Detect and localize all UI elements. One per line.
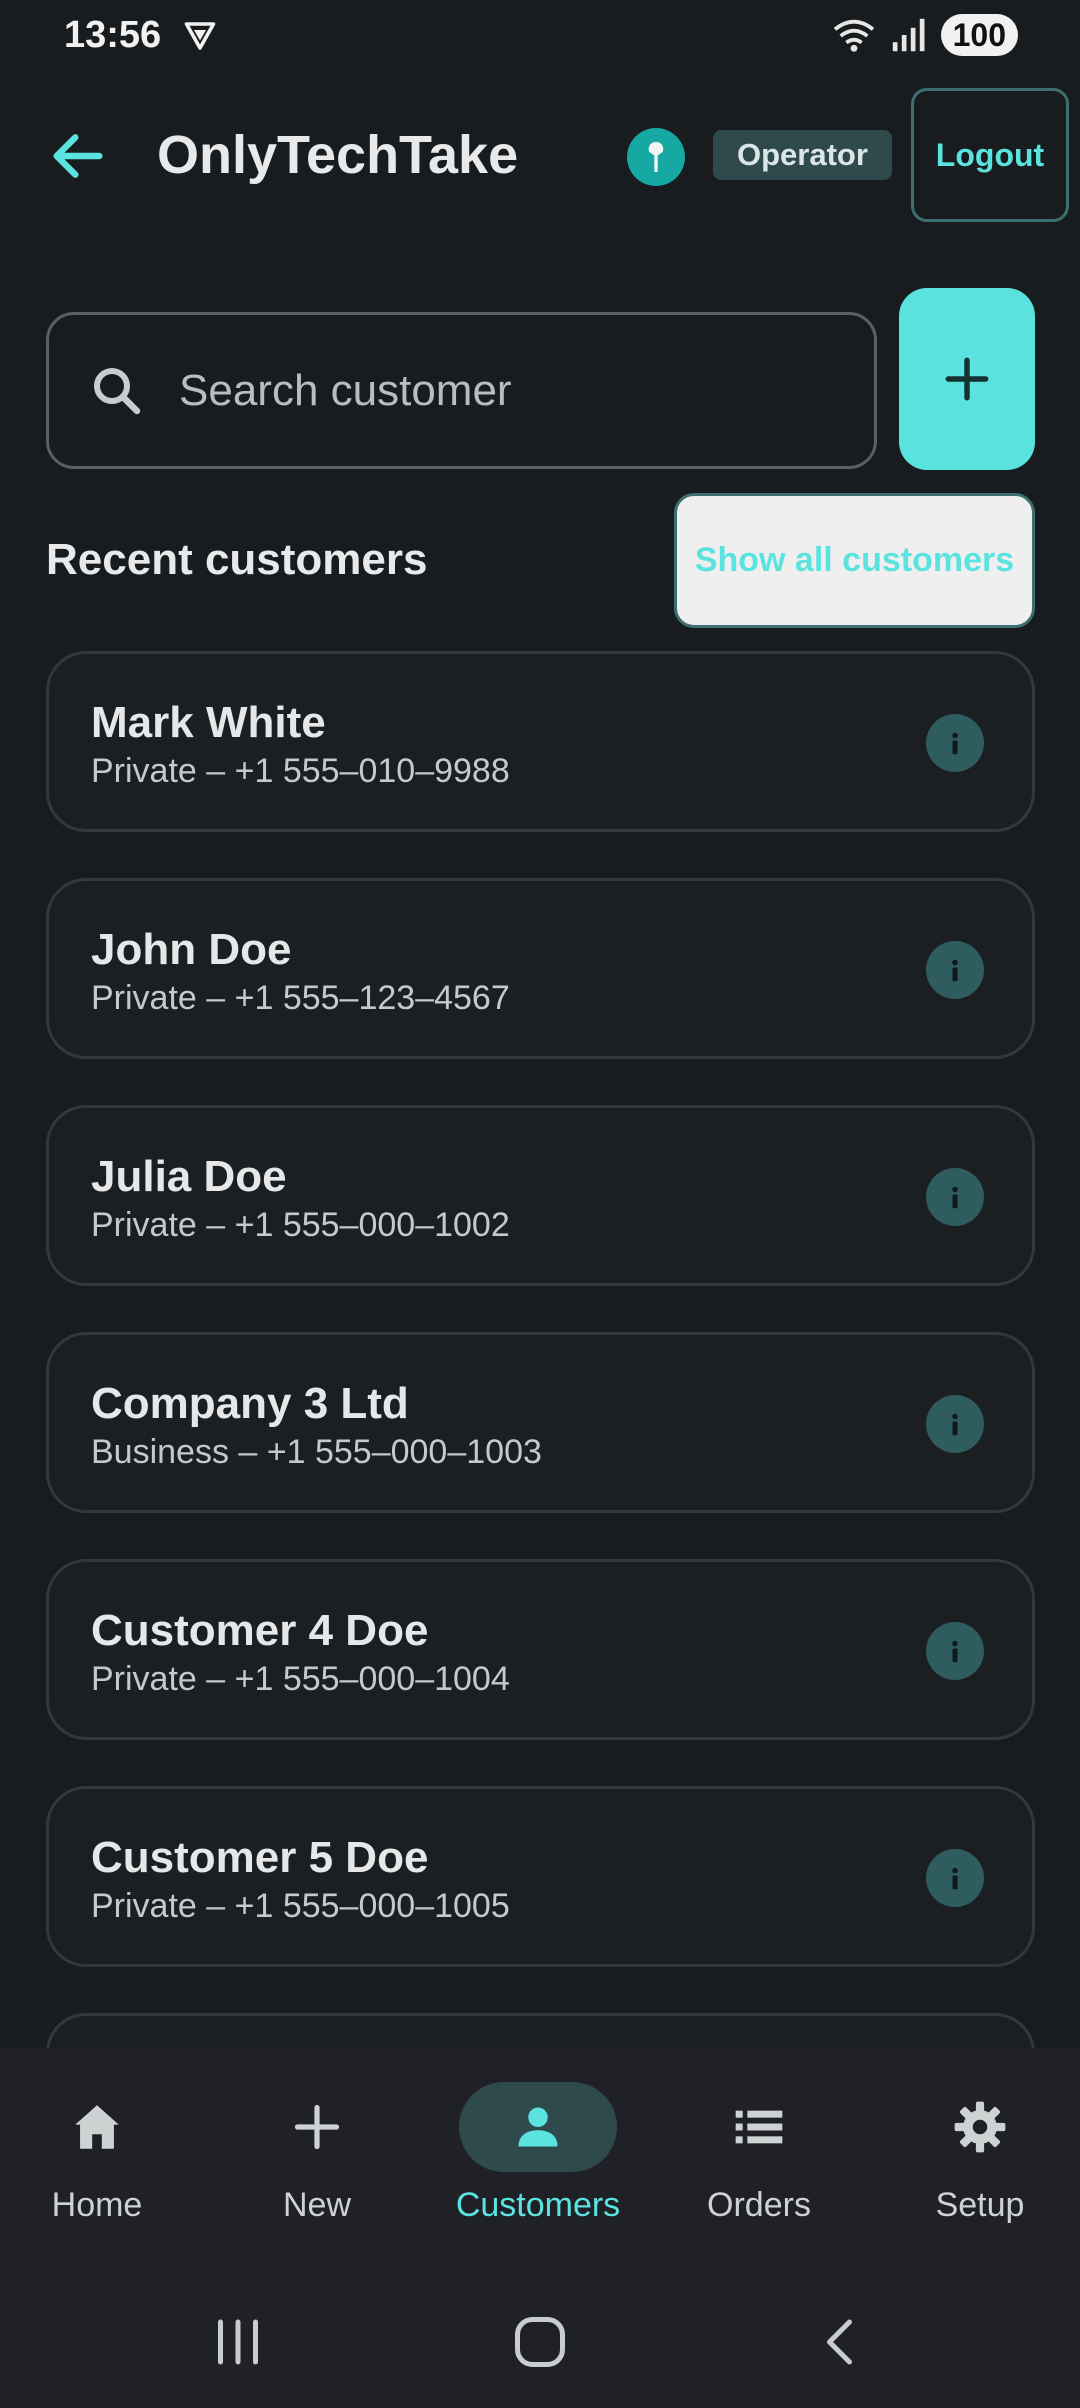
- search-field[interactable]: [46, 312, 877, 469]
- nav-item-customers[interactable]: Customers: [438, 2082, 638, 2225]
- back-arrow-icon[interactable]: [46, 124, 110, 188]
- search-icon: [94, 367, 141, 414]
- home-button-icon[interactable]: [510, 2312, 570, 2372]
- home-icon: [18, 2082, 176, 2172]
- bottom-navigation: Home New Customers Orders Setup: [0, 2048, 1080, 2268]
- avatar[interactable]: [627, 128, 685, 186]
- status-bar: 13:56 100: [0, 0, 1080, 72]
- customer-card[interactable]: John Doe Private – +1 555–123–4567: [46, 878, 1035, 1059]
- customer-name: Mark White: [91, 698, 326, 747]
- nav-label: Orders: [707, 2186, 811, 2224]
- customer-list: Mark White Private – +1 555–010–9988 Joh…: [46, 651, 1035, 2119]
- customer-detail: Business – +1 555–000–1003: [91, 1433, 542, 1471]
- nav-label: Home: [51, 2186, 143, 2224]
- nav-label: Setup: [935, 2186, 1025, 2224]
- customer-card[interactable]: Mark White Private – +1 555–010–9988: [46, 651, 1035, 832]
- customer-card[interactable]: Customer 4 Doe Private – +1 555–000–1004: [46, 1559, 1035, 1740]
- customer-detail: Private – +1 555–000–1004: [91, 1660, 510, 1698]
- nav-label: New: [282, 2186, 352, 2224]
- user-badge-icon: [648, 142, 664, 172]
- info-icon[interactable]: [926, 1849, 984, 1907]
- system-navigation-bar: [0, 2268, 1080, 2408]
- show-all-customers-button[interactable]: Show all customers: [674, 493, 1035, 628]
- customer-detail: Private – +1 555–010–9988: [91, 752, 510, 790]
- customer-card[interactable]: Julia Doe Private – +1 555–000–1002: [46, 1105, 1035, 1286]
- battery-icon: 100: [940, 14, 1018, 56]
- customer-detail: Private – +1 555–000–1005: [91, 1887, 510, 1925]
- person-icon: [459, 2082, 617, 2172]
- customer-card[interactable]: Customer 5 Doe Private – +1 555–000–1005: [46, 1786, 1035, 1967]
- info-icon[interactable]: [926, 1395, 984, 1453]
- wifi-icon: [833, 19, 874, 52]
- role-badge: Operator: [713, 130, 892, 180]
- nav-item-setup[interactable]: Setup: [880, 2082, 1080, 2225]
- info-icon[interactable]: [926, 714, 984, 772]
- gear-icon: [901, 2082, 1059, 2172]
- customer-card[interactable]: Company 3 Ltd Business – +1 555–000–1003: [46, 1332, 1035, 1513]
- nav-item-new[interactable]: New: [217, 2082, 417, 2225]
- customer-detail: Private – +1 555–000–1002: [91, 1206, 510, 1244]
- info-icon[interactable]: [926, 1622, 984, 1680]
- customer-name: John Doe: [91, 925, 292, 974]
- customer-name: Julia Doe: [91, 1152, 287, 1201]
- app-title: OnlyTechTake: [157, 125, 519, 185]
- plus-icon: [238, 2082, 396, 2172]
- logout-button[interactable]: Logout: [911, 88, 1069, 222]
- nav-item-orders[interactable]: Orders: [659, 2082, 859, 2225]
- info-icon[interactable]: [926, 941, 984, 999]
- customer-name: Customer 5 Doe: [91, 1833, 429, 1882]
- search-input[interactable]: [179, 365, 819, 416]
- nav-item-home[interactable]: Home: [0, 2082, 197, 2225]
- vpn-icon: [184, 22, 216, 50]
- back-icon[interactable]: [812, 2312, 872, 2372]
- customer-detail: Private – +1 555–123–4567: [91, 979, 510, 1017]
- recent-apps-icon[interactable]: [208, 2312, 268, 2372]
- recent-customers-title: Recent customers: [46, 535, 428, 584]
- list-icon: [680, 2082, 838, 2172]
- info-icon[interactable]: [926, 1168, 984, 1226]
- status-time: 13:56: [64, 14, 162, 56]
- signal-icon: [892, 18, 925, 52]
- customer-name: Customer 4 Doe: [91, 1606, 429, 1655]
- plus-icon: [945, 357, 989, 401]
- status-icons: 100: [831, 14, 1018, 56]
- app-bar: OnlyTechTake Operator Logout: [0, 88, 1080, 222]
- add-customer-button[interactable]: [899, 288, 1035, 470]
- customer-name: Company 3 Ltd: [91, 1379, 409, 1428]
- nav-label: Customers: [455, 2186, 621, 2224]
